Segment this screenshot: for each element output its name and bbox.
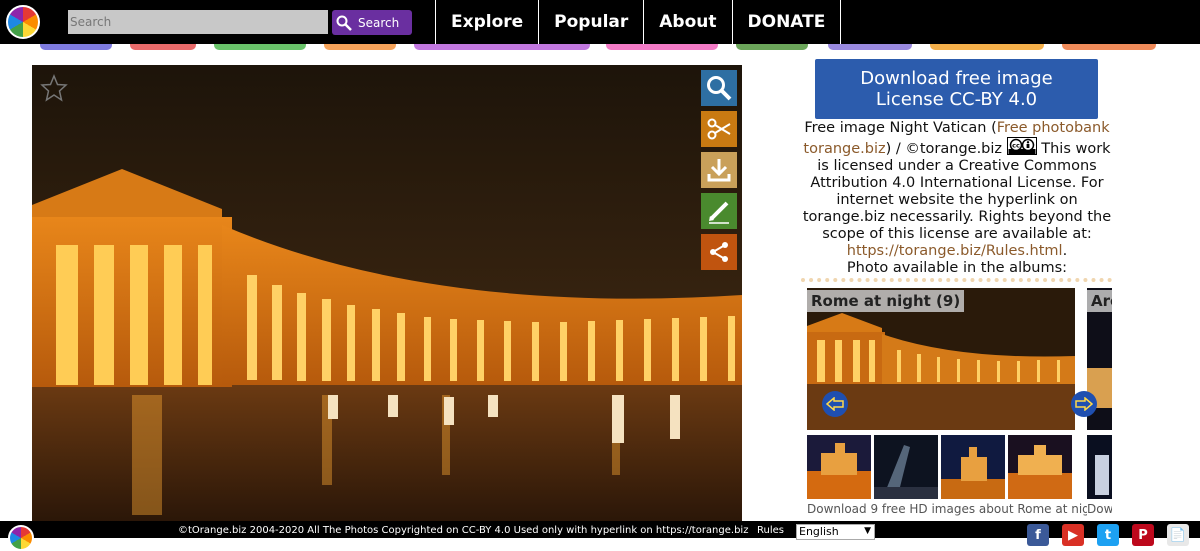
thumbnail[interactable]: [1008, 435, 1072, 499]
search-button-label: Search: [358, 15, 400, 30]
license-prefix: Free image Night Vatican (: [804, 120, 997, 136]
site-logo[interactable]: [6, 5, 40, 39]
license-text: Free image Night Vatican (Free photobank…: [796, 120, 1118, 277]
main-photo[interactable]: [32, 65, 742, 523]
category-chip[interactable]: [1062, 44, 1156, 50]
category-chip[interactable]: [414, 44, 590, 50]
album-card[interactable]: Rome at night (9) Download 9 free HD ima…: [807, 288, 1102, 520]
rules-link[interactable]: https://torange.biz/Rules.html: [847, 243, 1063, 259]
download-icon: [707, 159, 731, 182]
footer-rules-link[interactable]: Rules: [757, 525, 784, 536]
category-chip[interactable]: [930, 44, 1044, 50]
category-chip[interactable]: [828, 44, 912, 50]
arrow-left-icon: [826, 397, 844, 411]
carousel-next-button[interactable]: [1071, 391, 1097, 417]
thumbnail[interactable]: [1087, 435, 1112, 499]
albums-carousel: Rome at night (9) Download 9 free HD ima…: [801, 278, 1112, 523]
edit-tool-button[interactable]: [701, 193, 737, 229]
creative-commons-icon[interactable]: cc: [1006, 137, 1037, 155]
category-chip[interactable]: [736, 44, 808, 50]
download-license-button[interactable]: Download free image License CC-BY 4.0: [815, 59, 1098, 119]
nav-explore[interactable]: Explore: [435, 0, 538, 44]
share-icon: [710, 242, 728, 262]
chevron-down-icon: ▼: [864, 526, 871, 536]
category-color-strip: [0, 44, 1200, 52]
thumbnail[interactable]: [941, 435, 1005, 499]
download-button-line1: Download free image: [860, 68, 1053, 89]
share-tool-button[interactable]: [701, 234, 737, 270]
category-chip[interactable]: [40, 44, 112, 50]
zoom-tool-button[interactable]: [701, 70, 737, 106]
footer: ©tOrange.biz 2004-2020 All The Photos Co…: [0, 521, 1200, 551]
category-chip[interactable]: [606, 44, 718, 50]
albums-label: Photo available in the albums:: [846, 260, 1068, 276]
search-icon: [336, 15, 352, 31]
language-select-value: English: [799, 525, 839, 538]
nav-popular[interactable]: Popular: [538, 0, 643, 44]
category-chip[interactable]: [130, 44, 196, 50]
thumbnail[interactable]: [807, 435, 871, 499]
facebook-icon[interactable]: f: [1027, 524, 1049, 546]
search-button[interactable]: Search: [332, 10, 412, 35]
document-icon[interactable]: 📄: [1167, 524, 1189, 546]
album-thumbnails: [1087, 435, 1112, 499]
crop-tool-button[interactable]: [701, 111, 737, 147]
pencil-icon: [709, 201, 729, 224]
svg-text:cc: cc: [1012, 142, 1020, 150]
top-nav-bar: Search Explore Popular About DONATE: [0, 0, 1200, 44]
license-suffix: .: [1062, 243, 1068, 259]
album-caption[interactable]: Download 9 free HD images about Rome at …: [807, 502, 1102, 516]
footer-logo[interactable]: [8, 525, 34, 551]
category-chip[interactable]: [324, 44, 396, 50]
youtube-icon[interactable]: ▶: [1062, 524, 1084, 546]
album-title[interactable]: Arc: [1087, 290, 1112, 312]
magnifier-icon: [707, 76, 732, 101]
carousel-prev-button[interactable]: [822, 391, 848, 417]
arrow-right-icon: [1075, 397, 1093, 411]
download-tool-button[interactable]: [701, 152, 737, 188]
footer-copyright: ©tOrange.biz 2004-2020 All The Photos Co…: [178, 525, 749, 536]
nav-donate[interactable]: DONATE: [731, 0, 842, 44]
download-button-line2: License CC-BY 4.0: [875, 89, 1038, 110]
license-mid: ) / ©torange.biz: [885, 141, 1003, 157]
search-input[interactable]: [68, 10, 328, 34]
twitter-icon[interactable]: t: [1097, 524, 1119, 546]
album-title[interactable]: Rome at night (9): [807, 290, 965, 312]
album-thumbnails: [807, 435, 1072, 499]
pinterest-icon[interactable]: P: [1132, 524, 1154, 546]
vatican-night-photo: [32, 65, 742, 523]
nav-about[interactable]: About: [643, 0, 731, 44]
thumbnail[interactable]: [874, 435, 938, 499]
main-nav: Explore Popular About DONATE: [435, 0, 842, 44]
album-caption[interactable]: Down: [1087, 502, 1112, 516]
category-chip[interactable]: [214, 44, 306, 50]
favorite-star-icon[interactable]: [40, 74, 68, 102]
scissors-icon: [707, 118, 731, 140]
